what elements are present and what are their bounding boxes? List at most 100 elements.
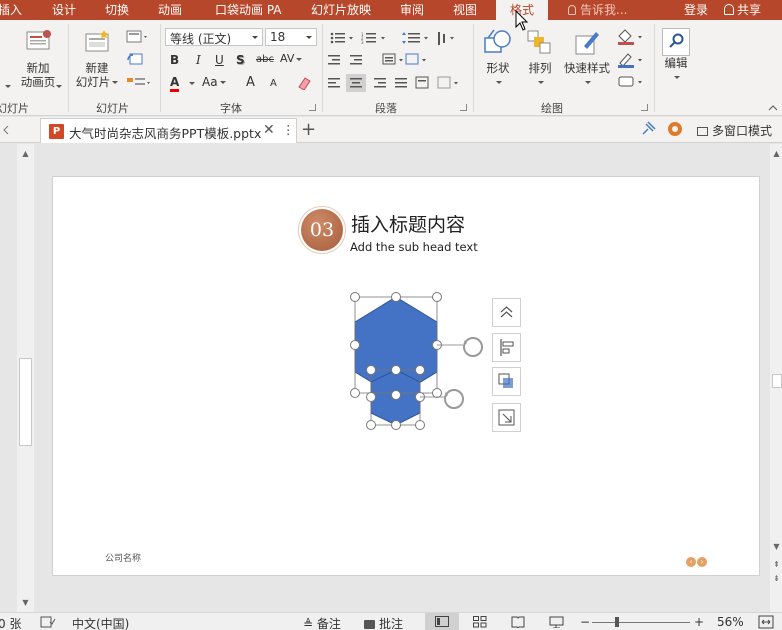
gear-icon[interactable] xyxy=(668,122,682,136)
tab-transitions[interactable]: 切换 xyxy=(105,1,129,18)
mouse-cursor-icon xyxy=(515,10,529,31)
comments-button[interactable]: 批注 xyxy=(364,615,403,630)
paragraph-dialog-launcher-icon[interactable] xyxy=(460,104,467,111)
quick-styles-button[interactable]: 快速样式 xyxy=(561,28,613,89)
layout-options-button[interactable] xyxy=(492,298,521,327)
thumbnail-scrollbar[interactable]: ▲ ▼ xyxy=(17,144,34,612)
login-link[interactable]: 登录 xyxy=(684,1,708,18)
shape-effects-icon[interactable] xyxy=(616,74,646,90)
prev-arrow-icon[interactable]: ‹ xyxy=(686,557,696,567)
font-size-select[interactable]: 18 xyxy=(265,28,317,46)
underline-button[interactable]: U xyxy=(215,53,224,67)
italic-button[interactable]: I xyxy=(196,53,201,67)
zoom-out-button[interactable]: − xyxy=(580,615,590,629)
grow-font-button[interactable]: A xyxy=(246,75,255,90)
chevron-down-icon xyxy=(585,81,591,84)
tab-insert[interactable]: 插入 xyxy=(0,1,22,18)
reset-slide-button[interactable] xyxy=(126,52,146,68)
powerpoint-icon: P xyxy=(49,124,64,139)
tab-review[interactable]: 审阅 xyxy=(400,1,424,18)
scroll-down-icon[interactable]: ▼ xyxy=(19,596,32,609)
character-spacing-button[interactable]: AV xyxy=(280,52,303,65)
chevron-down-icon xyxy=(5,85,11,88)
font-name-select[interactable]: 等线 (正文) xyxy=(165,28,263,46)
shadow-button[interactable]: S xyxy=(236,53,245,67)
tell-me-box[interactable]: 告诉我... xyxy=(568,1,627,18)
scrollbar-thumb[interactable] xyxy=(19,358,32,446)
layout-button[interactable] xyxy=(126,30,150,44)
svg-text:3: 3 xyxy=(361,40,364,45)
tab-view[interactable]: 视图 xyxy=(453,1,477,18)
zoom-level[interactable]: 56% xyxy=(717,615,744,629)
arrange-button[interactable]: 排列 xyxy=(523,28,557,89)
slide-sorter-icon[interactable] xyxy=(473,616,487,628)
tab-slideshow[interactable]: 幻灯片放映 xyxy=(311,1,371,18)
slide-canvas[interactable]: 03 插入标题内容 Add the sub head text 公司名称 ‹ › xyxy=(52,176,760,576)
partial-group-label: 幻灯片 xyxy=(0,102,29,115)
zoom-slider-thumb[interactable] xyxy=(615,617,619,627)
tab-animations[interactable]: 动画 xyxy=(158,1,182,18)
tab-design[interactable]: 设计 xyxy=(52,1,76,18)
section-icon xyxy=(127,78,150,85)
next-arrow-icon[interactable]: › xyxy=(697,557,707,567)
slide-scrollbar[interactable]: ▲ ▼ ⇞ ⇟ xyxy=(770,144,782,612)
zoom-slider[interactable] xyxy=(592,622,690,623)
shrink-font-button[interactable]: A xyxy=(270,78,277,89)
next-slide-icon[interactable]: ⇟ xyxy=(770,572,782,585)
shape-fill-icon[interactable] xyxy=(616,28,646,46)
scroll-left-icon[interactable] xyxy=(2,125,10,135)
scroll-up-icon[interactable]: ▲ xyxy=(19,147,32,160)
multi-window-button[interactable]: 多窗口模式 xyxy=(697,122,772,139)
crop-button[interactable] xyxy=(492,367,521,396)
lightbulb-icon xyxy=(568,5,576,15)
new-slide-button[interactable]: 新建 幻灯片 xyxy=(74,28,120,89)
chevron-down-icon xyxy=(56,85,62,88)
zoom-in-button[interactable]: + xyxy=(694,615,704,629)
align-button[interactable] xyxy=(492,333,521,362)
notes-icon: ≜ xyxy=(303,617,317,630)
scrollbar-thumb[interactable] xyxy=(772,374,782,388)
format-pane-button[interactable] xyxy=(492,403,521,432)
fit-to-window-icon[interactable] xyxy=(758,615,774,629)
new-animation-page-button[interactable]: 新加 动画页 xyxy=(14,28,62,89)
drawing-dialog-launcher-icon[interactable] xyxy=(641,104,648,111)
comments-label: 批注 xyxy=(379,617,404,630)
scroll-down-icon[interactable]: ▼ xyxy=(770,540,782,553)
shape-outline-icon[interactable] xyxy=(616,51,646,69)
selected-shapes[interactable] xyxy=(53,177,761,577)
share-button[interactable]: 共享 xyxy=(724,1,761,18)
slide-count: 0 张 xyxy=(0,617,22,630)
chevron-down-icon xyxy=(674,76,680,79)
close-icon[interactable]: ✕ xyxy=(263,122,275,138)
quick-styles-icon xyxy=(575,32,599,55)
notes-button[interactable]: ≜ 备注 xyxy=(303,615,341,630)
group-divider xyxy=(160,24,161,112)
group-divider xyxy=(654,24,655,112)
shapes-icon xyxy=(484,29,511,53)
bold-button[interactable]: B xyxy=(170,53,179,67)
font-dialog-launcher-icon[interactable] xyxy=(309,104,316,111)
rotate-handle-large[interactable] xyxy=(437,337,483,357)
more-icon[interactable]: ⋮ xyxy=(282,122,295,137)
slideshow-icon[interactable] xyxy=(549,616,565,628)
clear-formatting-icon[interactable] xyxy=(296,76,312,90)
tab-pocket-animation[interactable]: 口袋动画 PA xyxy=(215,1,282,18)
case-label: Aa xyxy=(202,75,218,89)
section-button[interactable] xyxy=(126,76,152,90)
spell-check-icon[interactable] xyxy=(40,616,56,628)
previous-slide-icon[interactable]: ⇞ xyxy=(770,558,782,571)
normal-view-button[interactable] xyxy=(425,613,459,630)
document-tab[interactable]: P 大气时尚杂志风商务PPT模板.pptx ✕ ⋮ xyxy=(40,118,297,143)
add-tab-icon[interactable]: + xyxy=(301,119,316,140)
strikethrough-button[interactable]: abc xyxy=(256,54,274,65)
company-name[interactable]: 公司名称 xyxy=(105,551,141,564)
font-color-button[interactable]: A xyxy=(170,75,180,92)
shapes-button[interactable]: 形状 xyxy=(479,28,517,89)
change-case-button[interactable]: Aa xyxy=(202,75,226,89)
editing-button[interactable]: 编辑 xyxy=(658,28,694,84)
pin-icon[interactable] xyxy=(640,121,656,137)
reading-view-icon[interactable] xyxy=(511,616,525,628)
scroll-up-icon[interactable]: ▲ xyxy=(770,147,782,160)
language-indicator[interactable]: 中文(中国) xyxy=(72,615,129,630)
collapse-ribbon-icon[interactable] xyxy=(768,104,778,112)
